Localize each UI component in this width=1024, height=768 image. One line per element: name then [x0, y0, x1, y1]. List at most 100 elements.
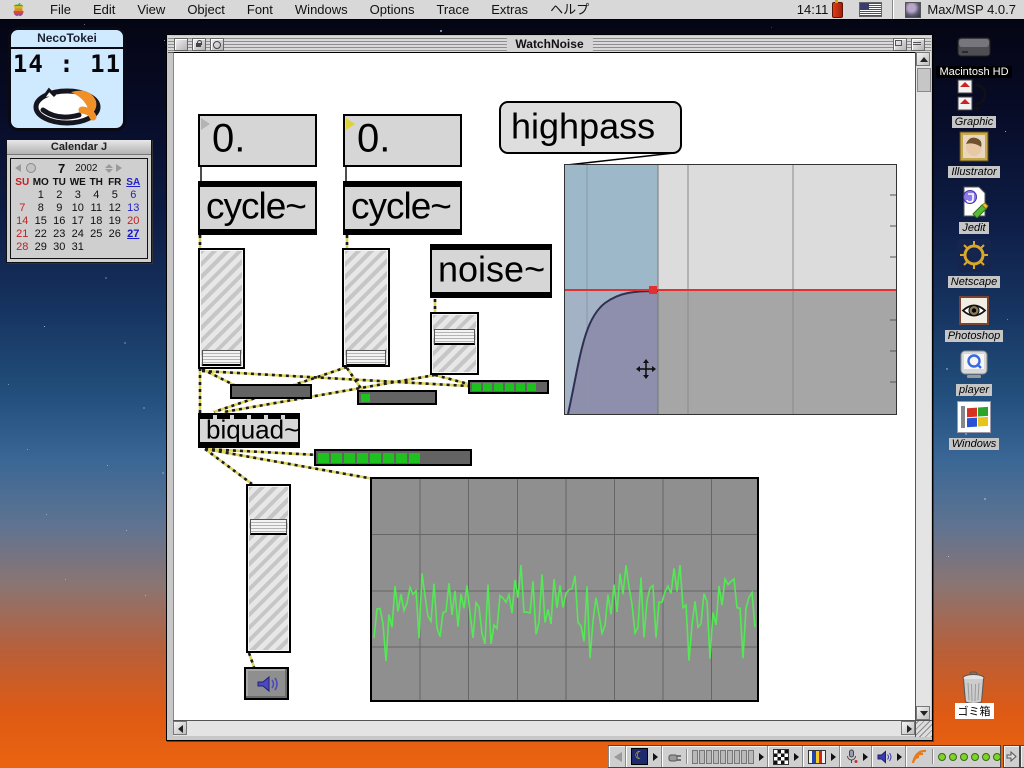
necotokei-widget[interactable]: NecoTokei 14 : 11: [8, 27, 126, 131]
scope-display[interactable]: [370, 477, 759, 702]
calendar-date-cell[interactable]: 10: [69, 202, 88, 215]
calendar-date-cell[interactable]: 26: [106, 228, 125, 241]
window-resize-handle[interactable]: [915, 720, 932, 737]
cycle-object-2[interactable]: cycle~: [343, 181, 462, 235]
application-menu-icon[interactable]: [905, 1, 922, 18]
calendar-date-cell[interactable]: 5: [106, 189, 125, 202]
calendar-next-icon[interactable]: [116, 164, 123, 172]
desktop-icon-jedit[interactable]: Jedit: [934, 185, 1014, 234]
calendar-date-cell[interactable]: 6: [124, 189, 143, 202]
window-title-bar[interactable]: WatchNoise: [168, 36, 931, 53]
calendar-date-cell[interactable]: 22: [32, 228, 51, 241]
vertical-slider-1[interactable]: [198, 248, 245, 369]
scroll-down-arrow-icon[interactable]: [916, 706, 930, 720]
hard-disk-icon[interactable]: [955, 34, 993, 65]
calendar-date-cell[interactable]: 17: [69, 215, 88, 228]
vertical-slider-3[interactable]: [430, 312, 479, 375]
control-strip-battery[interactable]: [662, 746, 768, 767]
desktop-icon-label[interactable]: Macintosh HD: [936, 66, 1012, 78]
desktop-icon-photoshop[interactable]: Photoshop: [934, 296, 1014, 342]
menu-item-windows[interactable]: Windows: [284, 0, 359, 19]
desktop-icon-label[interactable]: Windows: [948, 438, 1000, 450]
vertical-slider-2[interactable]: [342, 248, 390, 367]
desktop-icon-trash[interactable]: ゴミ箱: [934, 670, 1014, 719]
number-box-1[interactable]: 0.: [198, 114, 317, 167]
desktop-icon-label[interactable]: Photoshop: [944, 330, 1004, 342]
desktop-icon-netscape[interactable]: Netscape: [934, 239, 1014, 288]
calendar-date-cell[interactable]: 14: [13, 215, 32, 228]
menu-item-file[interactable]: File: [39, 0, 82, 19]
desktop-icon-windows[interactable]: Windows: [934, 401, 1014, 450]
desktop-icon-graphic[interactable]: Graphic: [934, 78, 1014, 128]
calendar-date-cell[interactable]: 25: [87, 228, 106, 241]
calendar-date-cell[interactable]: 3: [69, 189, 88, 202]
battery-icon[interactable]: [832, 0, 844, 18]
slider-4-thumb[interactable]: [250, 519, 287, 535]
scroll-left-arrow-icon[interactable]: [173, 721, 187, 735]
calendar-date-cell[interactable]: 12: [106, 202, 125, 215]
menu-item-extras[interactable]: Extras: [480, 0, 539, 19]
zoom-box[interactable]: [893, 38, 907, 51]
control-strip-monitor-resolution[interactable]: [803, 746, 840, 767]
desktop-icon-illustrator[interactable]: Illustrator: [934, 131, 1014, 178]
vertical-scrollbar[interactable]: [915, 52, 931, 720]
calendar-date-cell[interactable]: 11: [87, 202, 106, 215]
vertical-scroll-thumb[interactable]: [917, 68, 931, 92]
calendar-date-cell[interactable]: 31: [69, 241, 88, 254]
menu-item-help[interactable]: ヘルプ: [539, 0, 600, 19]
desktop-icon-label[interactable]: Graphic: [951, 116, 997, 128]
control-strip-energy-saver[interactable]: ☾: [626, 746, 662, 767]
desktop-icon-label[interactable]: Jedit: [959, 222, 989, 234]
ezdac-speaker-button[interactable]: [244, 667, 289, 700]
calendar-spinner-icon[interactable]: [105, 163, 114, 173]
menu-item-font[interactable]: Font: [236, 0, 284, 19]
calendar-date-cell[interactable]: 29: [32, 241, 51, 254]
control-strip-expand-button[interactable]: [1003, 745, 1020, 768]
calendar-date-cell[interactable]: 4: [87, 189, 106, 202]
photoshop-eye-icon[interactable]: [959, 296, 989, 330]
calendar-year[interactable]: 2002: [75, 163, 97, 174]
horizontal-scrollbar[interactable]: [173, 720, 915, 736]
calendar-date-cell[interactable]: 16: [50, 215, 69, 228]
calendar-date-cell[interactable]: 27: [124, 228, 143, 241]
noise-object[interactable]: noise~: [430, 244, 552, 298]
scroll-right-arrow-icon[interactable]: [901, 721, 915, 735]
calendar-date-cell[interactable]: 21: [13, 228, 32, 241]
menu-clock[interactable]: 14:11: [793, 2, 833, 17]
desktop-icon-label[interactable]: Illustrator: [948, 166, 1000, 178]
number-box-2[interactable]: 0.: [343, 114, 462, 167]
slider-1-thumb[interactable]: [202, 350, 241, 366]
desktop-icon-label[interactable]: ゴミ箱: [954, 703, 994, 719]
timing-icon[interactable]: [210, 38, 224, 51]
slider-3-thumb[interactable]: [434, 329, 475, 345]
calendar-date-cell[interactable]: 1: [32, 189, 51, 202]
apple-menu-icon[interactable]: [13, 2, 24, 17]
patch-canvas[interactable]: 0. 0. cycle~ cycle~ highpass noise~ biqu…: [173, 52, 916, 721]
desktop-icon-label[interactable]: player: [956, 384, 992, 396]
control-strip-volume[interactable]: [872, 746, 906, 767]
calendar-month[interactable]: 7: [58, 161, 65, 176]
highpass-message-box[interactable]: highpass: [499, 101, 682, 154]
calendar-date-cell[interactable]: 28: [13, 241, 32, 254]
calendar-today-icon[interactable]: [26, 163, 36, 173]
menu-item-options[interactable]: Options: [359, 0, 426, 19]
menu-item-object[interactable]: Object: [176, 0, 236, 19]
control-strip-airport[interactable]: [906, 746, 1015, 767]
calendar-date-cell[interactable]: 23: [50, 228, 69, 241]
calendar-date-cell[interactable]: 19: [106, 215, 125, 228]
menu-item-edit[interactable]: Edit: [82, 0, 126, 19]
collapse-box[interactable]: [911, 38, 925, 51]
filtergraph-display[interactable]: [564, 164, 897, 415]
desktop-icon-macintosh-hd[interactable]: Macintosh HD: [934, 34, 1014, 78]
keyboard-flag-icon[interactable]: [859, 2, 883, 17]
close-box[interactable]: [174, 38, 188, 51]
menu-item-view[interactable]: View: [126, 0, 176, 19]
cycle-object-1[interactable]: cycle~: [198, 181, 317, 235]
scroll-up-arrow-icon[interactable]: [916, 52, 930, 66]
desktop-icon-player[interactable]: player: [934, 349, 1014, 396]
lock-icon[interactable]: [192, 38, 206, 51]
calendar-date-cell[interactable]: 30: [50, 241, 69, 254]
vertical-slider-4[interactable]: [246, 484, 291, 653]
biquad-object[interactable]: biquad~: [198, 413, 300, 448]
calendar-date-cell[interactable]: 2: [50, 189, 69, 202]
